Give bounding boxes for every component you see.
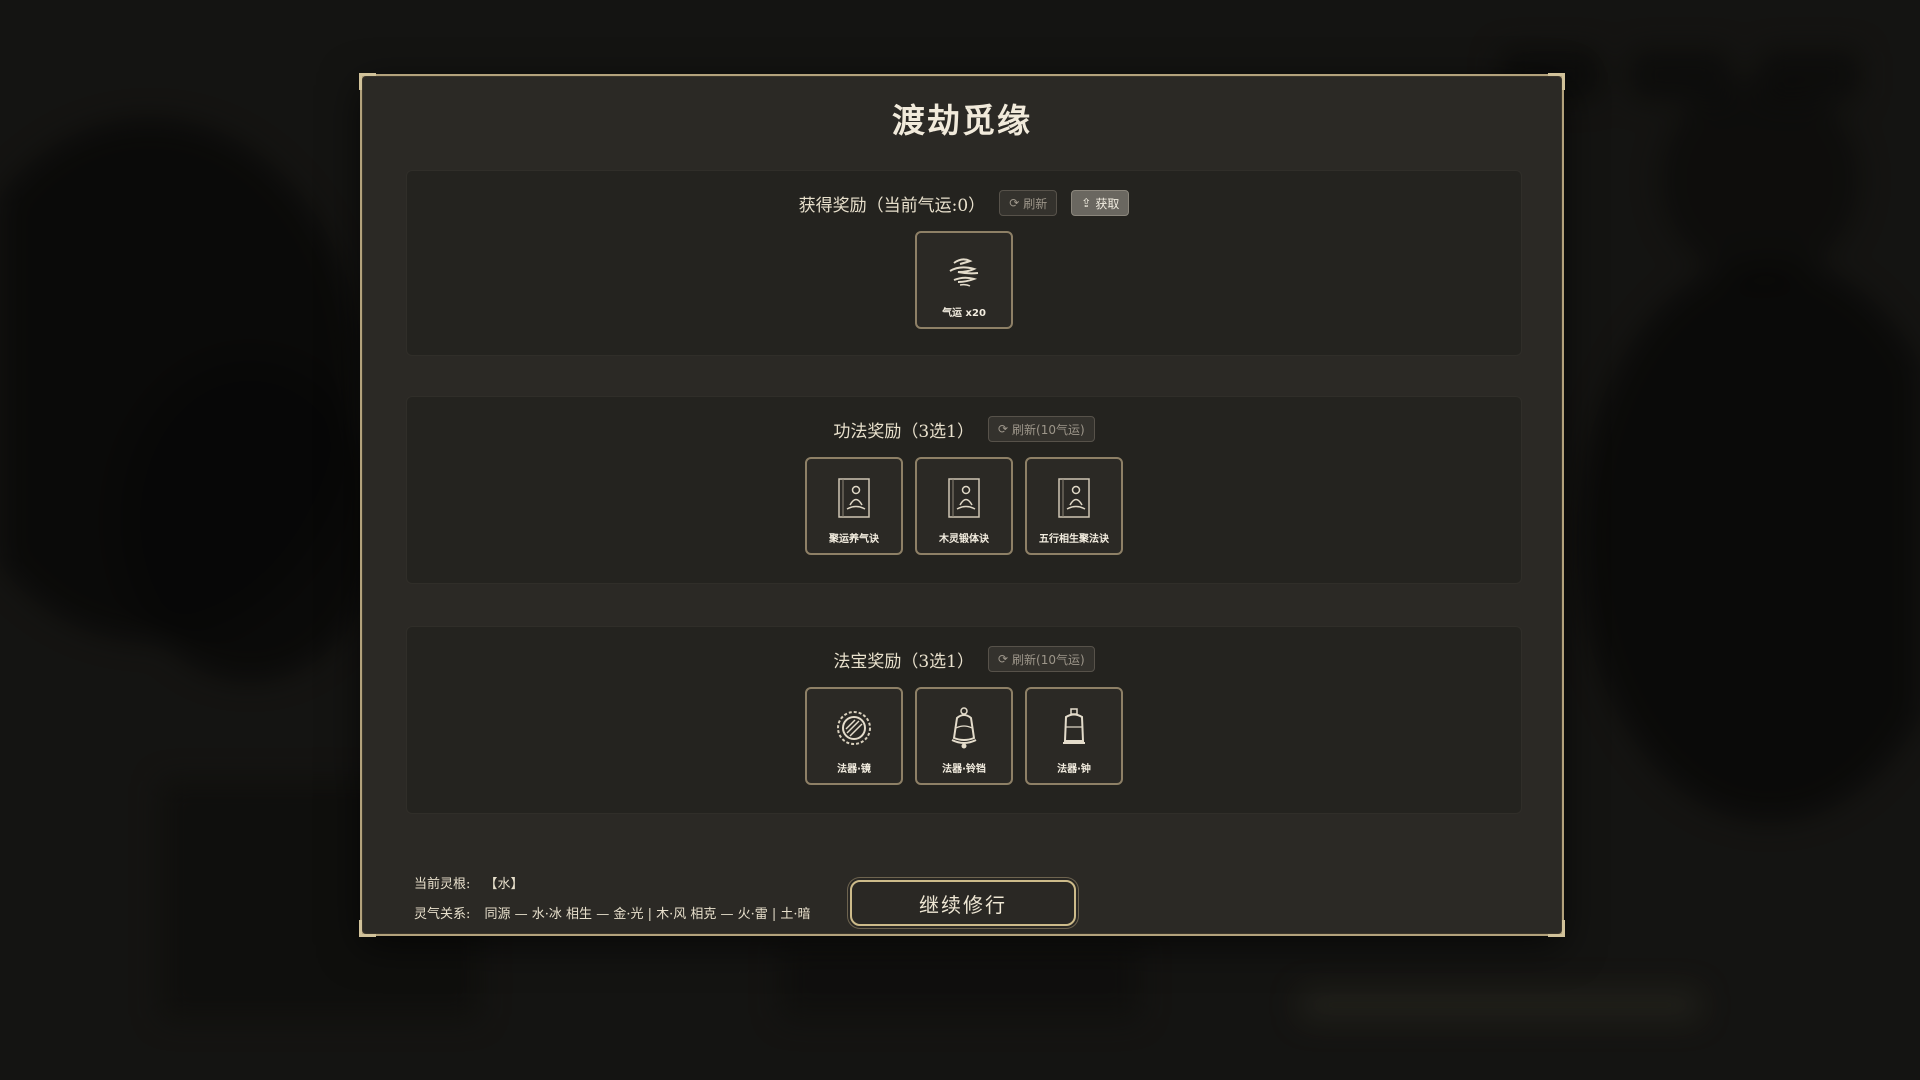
meditation-scroll-icon xyxy=(1054,475,1094,521)
treasure-reward-title: 法宝奖励（3选1） xyxy=(833,651,974,672)
spirit-root-value: 【水】 xyxy=(484,877,524,892)
refresh-icon: ⟳ xyxy=(1009,196,1020,210)
technique-reward-header: 功法奖励（3选1） ⟳ 刷新(10气运) xyxy=(407,415,1521,443)
reward-dialog: 渡劫觅缘 获得奖励（当前气运:0） ⟳ 刷新 ⇪ 获取 气运 x20 功法奖励（… xyxy=(359,73,1565,937)
treasure-card-3[interactable]: 法器·钟 xyxy=(1025,687,1123,785)
corner-ornament xyxy=(359,920,376,937)
treasure-card-label: 法器·镜 xyxy=(837,764,871,775)
technique-refresh-button[interactable]: ⟳ 刷新(10气运) xyxy=(987,416,1095,442)
spirit-root-label: 当前灵根: xyxy=(414,877,471,892)
gain-reward-title: 获得奖励（当前气运:0） xyxy=(798,195,986,216)
gain-reward-cards: 气运 x20 xyxy=(407,231,1521,329)
claim-button[interactable]: ⇪ 获取 xyxy=(1071,190,1130,216)
chime-icon xyxy=(1054,705,1094,751)
treasure-refresh-label: 刷新(10气运) xyxy=(1012,652,1085,667)
claim-button-label: 获取 xyxy=(1095,196,1120,211)
spirit-relation-value: 同源 — 水·冰 相生 — 金·光 | 木·风 相克 — 火·雷 | 土·暗 xyxy=(484,907,811,922)
spirit-root-info: 当前灵根: 【水】 灵气关系: 同源 — 水·冰 相生 — 金·光 | 木·风 … xyxy=(414,870,811,930)
corner-ornament xyxy=(1548,920,1565,937)
technique-card-label: 五行相生聚法诀 xyxy=(1039,534,1109,545)
bell-icon xyxy=(944,705,984,751)
spirit-root-row: 当前灵根: 【水】 xyxy=(414,870,811,900)
technique-card-2[interactable]: 木灵锻体诀 xyxy=(915,457,1013,555)
mirror-icon xyxy=(834,705,874,751)
gain-refresh-label: 刷新 xyxy=(1023,196,1048,211)
gain-reward-section: 获得奖励（当前气运:0） ⟳ 刷新 ⇪ 获取 气运 x20 xyxy=(406,170,1522,356)
reward-card-label: 气运 x20 xyxy=(942,308,986,319)
meditation-scroll-icon xyxy=(944,475,984,521)
refresh-icon: ⟳ xyxy=(997,422,1009,436)
cloud-icon xyxy=(944,249,984,295)
treasure-reward-header: 法宝奖励（3选1） ⟳ 刷新(10气运) xyxy=(407,645,1521,673)
treasure-card-1[interactable]: 法器·镜 xyxy=(805,687,903,785)
technique-reward-section: 功法奖励（3选1） ⟳ 刷新(10气运) 聚运养气诀 木灵锻体诀 五行相生聚法诀 xyxy=(406,396,1522,584)
technique-reward-cards: 聚运养气诀 木灵锻体诀 五行相生聚法诀 xyxy=(407,457,1521,555)
technique-card-label: 聚运养气诀 xyxy=(829,534,879,545)
spirit-relation-row: 灵气关系: 同源 — 水·冰 相生 — 金·光 | 木·风 相克 — 火·雷 |… xyxy=(414,900,811,930)
spirit-relation-label: 灵气关系: xyxy=(414,907,471,922)
corner-ornament xyxy=(1548,73,1565,90)
treasure-refresh-button[interactable]: ⟳ 刷新(10气运) xyxy=(987,646,1095,672)
technique-card-label: 木灵锻体诀 xyxy=(939,534,989,545)
treasure-card-label: 法器·钟 xyxy=(1057,764,1091,775)
meditation-scroll-icon xyxy=(834,475,874,521)
dialog-title: 渡劫觅缘 xyxy=(892,101,1032,140)
treasure-reward-section: 法宝奖励（3选1） ⟳ 刷新(10气运) 法器·镜 法器·铃铛 法器·钟 xyxy=(406,626,1522,814)
technique-card-3[interactable]: 五行相生聚法诀 xyxy=(1025,457,1123,555)
claim-icon: ⇪ xyxy=(1081,196,1092,210)
refresh-icon: ⟳ xyxy=(997,652,1009,666)
corner-ornament xyxy=(359,73,376,90)
technique-reward-title: 功法奖励（3选1） xyxy=(833,421,974,442)
treasure-reward-cards: 法器·镜 法器·铃铛 法器·钟 xyxy=(407,687,1521,785)
technique-card-1[interactable]: 聚运养气诀 xyxy=(805,457,903,555)
treasure-card-2[interactable]: 法器·铃铛 xyxy=(915,687,1013,785)
gain-refresh-button[interactable]: ⟳ 刷新 xyxy=(999,190,1058,216)
gain-reward-header: 获得奖励（当前气运:0） ⟳ 刷新 ⇪ 获取 xyxy=(407,189,1521,217)
reward-card-luck[interactable]: 气运 x20 xyxy=(915,231,1013,329)
technique-refresh-label: 刷新(10气运) xyxy=(1012,422,1085,437)
treasure-card-label: 法器·铃铛 xyxy=(942,764,986,775)
continue-cultivation-button[interactable]: 继续修行 xyxy=(850,880,1076,926)
